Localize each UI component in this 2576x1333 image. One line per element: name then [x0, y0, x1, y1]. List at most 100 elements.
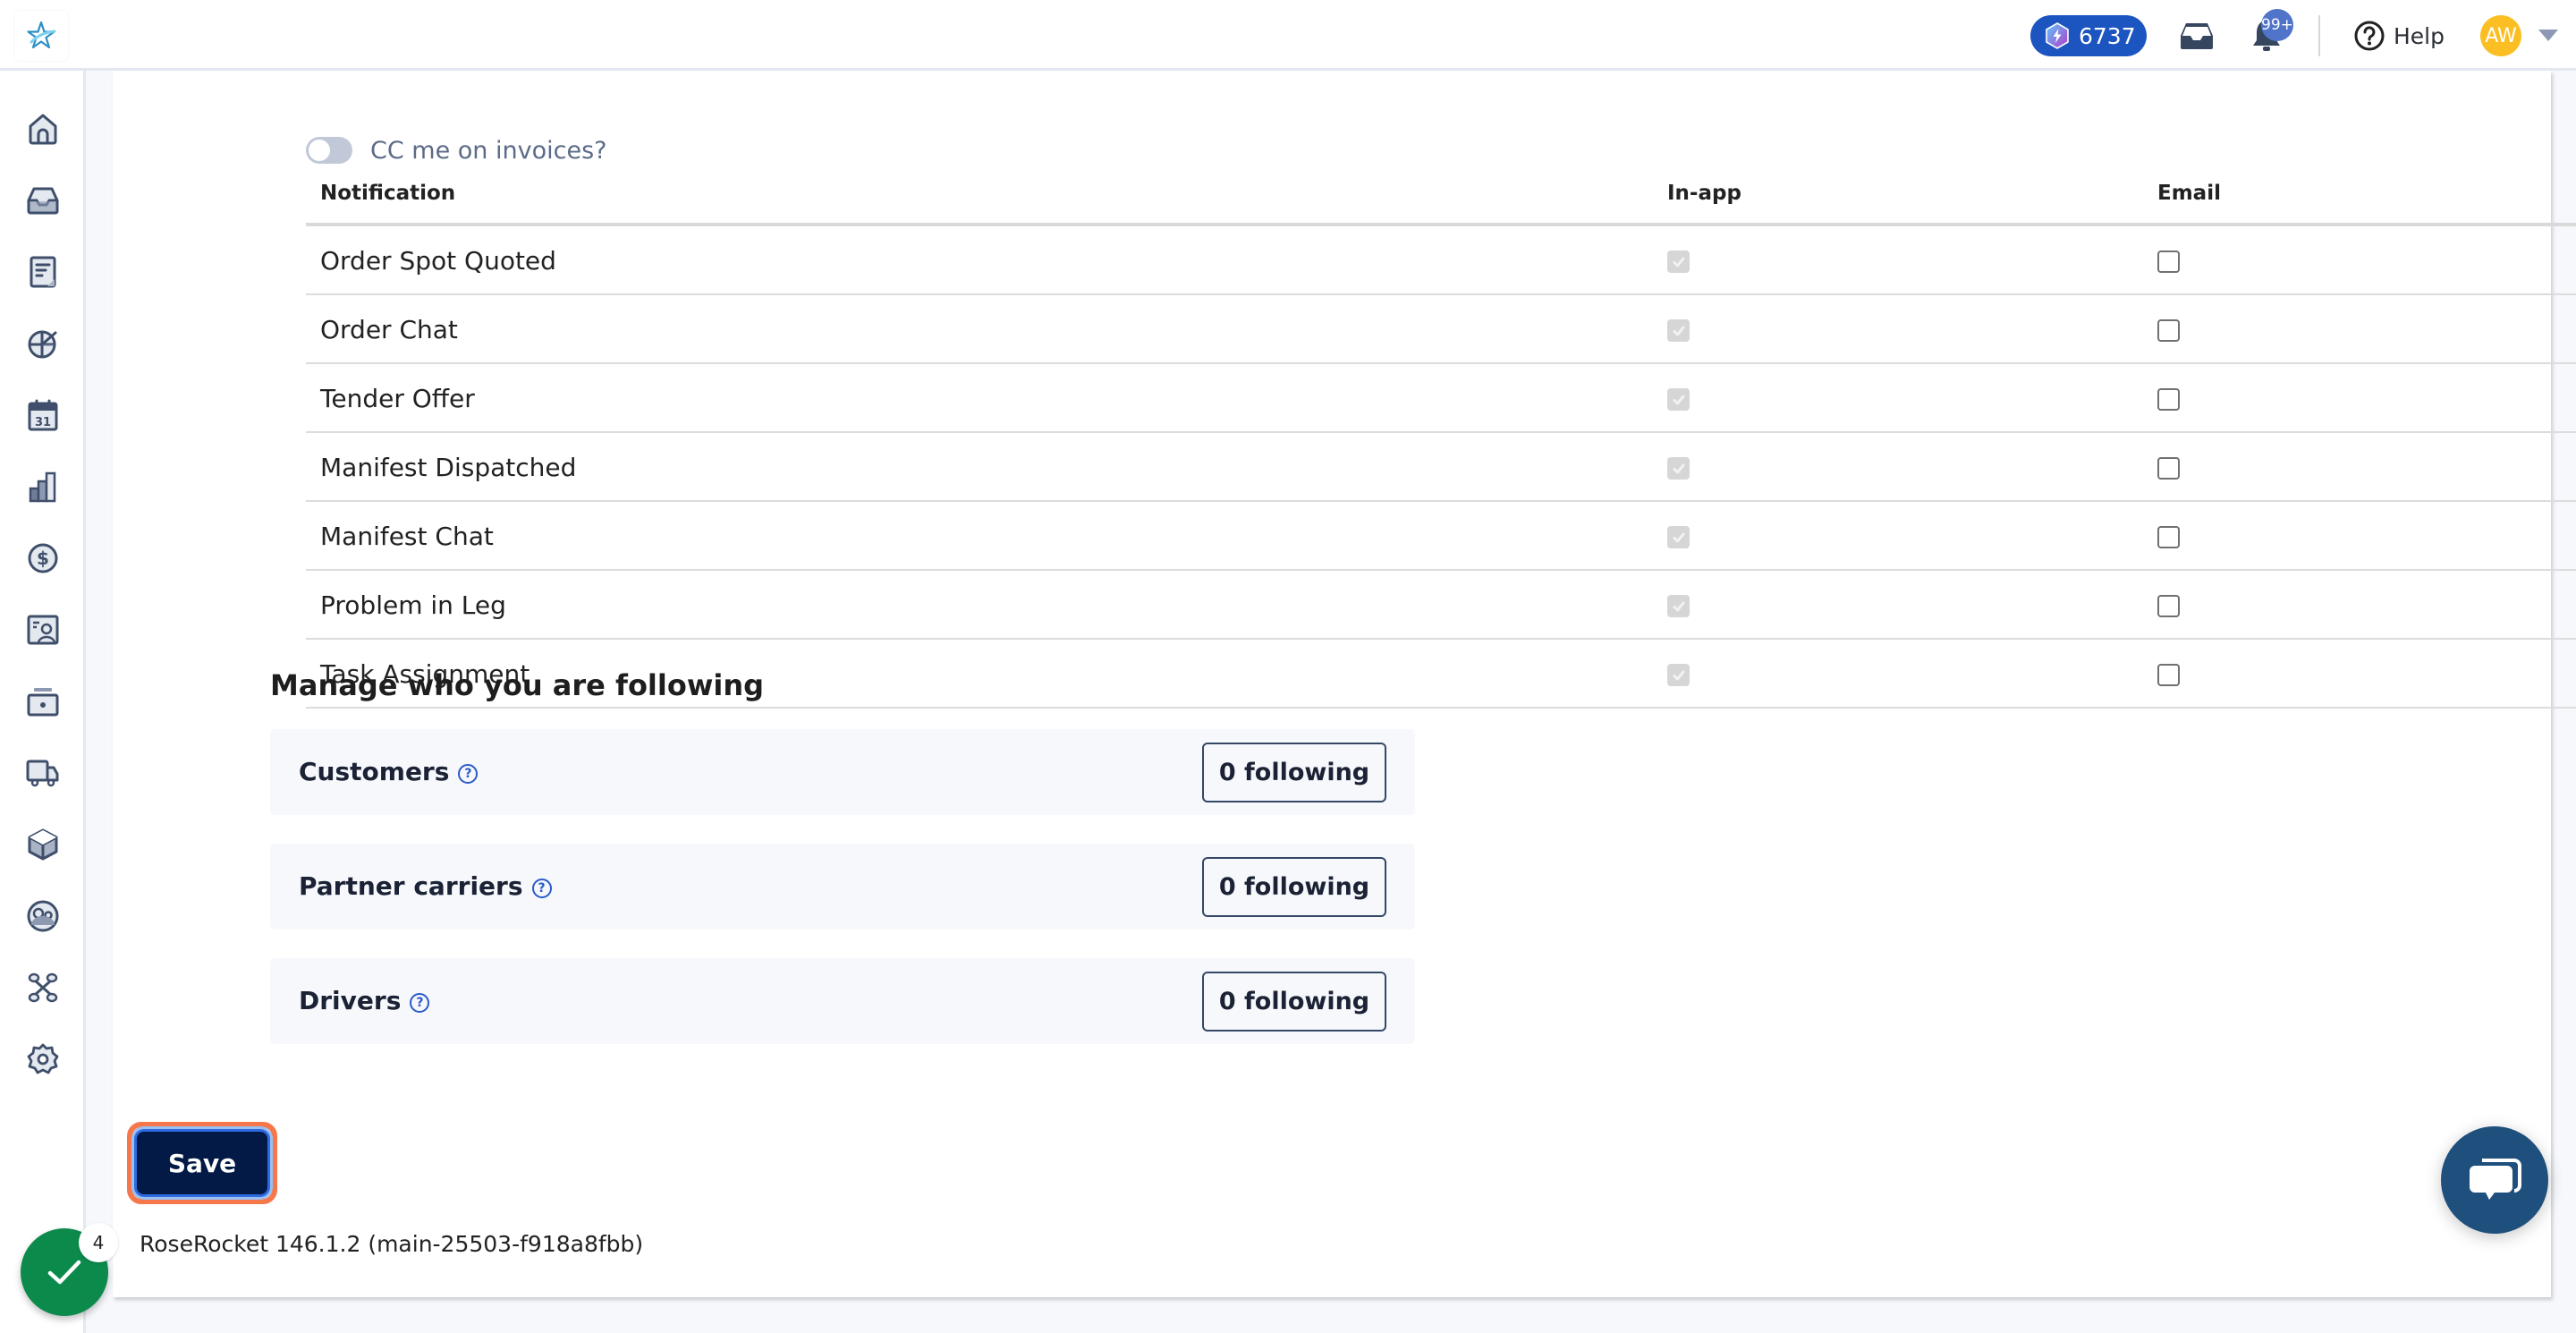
help-tooltip-icon[interactable]: ? [410, 992, 430, 1013]
in-app-checkbox [1667, 250, 1690, 273]
following-card-partner-carriers: Partner carriers ? 0 following [270, 844, 1415, 930]
notification-name: Problem in Leg [320, 590, 506, 620]
sidebar-item-inventory[interactable] [23, 825, 63, 864]
checkmark-icon [1673, 601, 1684, 611]
in-app-checkbox [1667, 457, 1690, 480]
following-card-drivers: Drivers ? 0 following [270, 958, 1415, 1044]
dollar-icon: $ [28, 543, 58, 573]
sidebar-nav: 31 $ [0, 71, 86, 1333]
in-app-checkbox [1667, 319, 1690, 342]
globe-dispatch-icon [28, 330, 57, 359]
logo[interactable] [14, 11, 68, 61]
home-icon [29, 114, 57, 145]
svg-text:$: $ [37, 548, 49, 569]
sidebar-item-fleet[interactable] [23, 753, 63, 793]
checkmark-icon [1673, 326, 1684, 335]
settings-icon [27, 1043, 59, 1074]
sidebar-item-settings[interactable] [23, 1040, 63, 1079]
integrations-icon [28, 972, 58, 1003]
inbox-icon [27, 187, 59, 215]
column-header-in-app: In-app [1667, 182, 1741, 205]
tasks-count-badge: 4 [79, 1223, 118, 1262]
cc-invoices-setting: CC me on invoices? [306, 135, 606, 166]
settings-panel: CC me on invoices? Notification In-app E… [113, 71, 2576, 1297]
cc-invoices-toggle[interactable] [306, 137, 352, 164]
points-badge[interactable]: 6737 [2030, 15, 2147, 56]
in-app-checkbox [1667, 664, 1690, 686]
cc-invoices-label: CC me on invoices? [370, 136, 607, 165]
contact-card-icon [27, 615, 59, 645]
user-avatar[interactable]: AW [2480, 15, 2521, 56]
column-header-email: Email [2157, 182, 2221, 205]
in-app-checkbox [1667, 526, 1690, 548]
following-label: Customers ? [299, 757, 479, 786]
sidebar-item-billing[interactable]: $ [23, 539, 63, 578]
notifications-count-badge: 99+ [2261, 9, 2293, 41]
sidebar-item-calendar[interactable]: 31 [23, 395, 63, 435]
checkmark-icon [1673, 670, 1684, 680]
star-logo-icon [27, 21, 56, 49]
save-button[interactable]: Save [137, 1132, 267, 1194]
following-card-customers: Customers ? 0 following [270, 729, 1415, 815]
chat-support-button[interactable] [2441, 1126, 2548, 1234]
partner-carriers-following-button[interactable]: 0 following [1202, 857, 1386, 917]
topbar-divider [2318, 15, 2320, 56]
sidebar-item-dispatch[interactable] [23, 324, 63, 363]
table-row: Order Spot Quoted [306, 226, 2576, 295]
email-checkbox[interactable] [2157, 457, 2180, 480]
table-row: Problem in Leg [306, 571, 2576, 640]
notifications-table: Notification In-app Email Order Spot Quo… [306, 174, 2576, 709]
following-section-title: Manage who you are following [270, 668, 765, 702]
help-tooltip-icon[interactable]: ? [458, 763, 479, 784]
email-checkbox[interactable] [2157, 250, 2180, 273]
sidebar-item-reports[interactable] [23, 467, 63, 506]
in-app-checkbox [1667, 595, 1690, 617]
checkmark-icon [1673, 257, 1684, 267]
sidebar-item-orders[interactable] [23, 252, 63, 292]
svg-text:31: 31 [35, 416, 51, 429]
save-button-focus-ring: Save [127, 1122, 277, 1204]
email-checkbox[interactable] [2157, 526, 2180, 548]
bar-chart-icon [29, 471, 56, 503]
app-version: RoseRocket 146.1.2 (main-25503-f918a8fbb… [140, 1231, 644, 1257]
checkmark-icon [1673, 532, 1684, 542]
lightning-hexagon-icon [2046, 22, 2069, 49]
sidebar-item-users[interactable] [23, 896, 63, 936]
box-icon [28, 828, 58, 861]
sidebar-item-register[interactable] [23, 682, 63, 721]
following-label: Drivers ? [299, 986, 430, 1015]
drivers-following-button[interactable]: 0 following [1202, 972, 1386, 1032]
notification-name: Manifest Dispatched [320, 453, 577, 482]
document-icon [30, 256, 56, 288]
checkmark-icon [1673, 395, 1684, 404]
sidebar-item-contacts[interactable] [23, 610, 63, 650]
email-checkbox[interactable] [2157, 664, 2180, 686]
sidebar-item-integrations[interactable] [23, 968, 63, 1007]
top-bar: 6737 99+ Help AW [0, 0, 2576, 71]
customers-following-button[interactable]: 0 following [1202, 743, 1386, 802]
calendar-icon: 31 [28, 399, 58, 431]
checkmark-icon [47, 1260, 81, 1285]
help-tooltip-icon[interactable]: ? [531, 878, 552, 898]
email-checkbox[interactable] [2157, 388, 2180, 411]
table-row: Tender Offer [306, 364, 2576, 433]
notification-name: Order Spot Quoted [320, 246, 556, 276]
sidebar-item-home[interactable] [23, 109, 63, 149]
following-label: Partner carriers ? [299, 871, 552, 901]
sidebar-item-inbox[interactable] [23, 181, 63, 220]
notification-name: Manifest Chat [320, 522, 494, 551]
truck-icon [26, 760, 59, 787]
inbox-button[interactable] [2177, 16, 2216, 55]
register-icon [27, 688, 59, 717]
user-menu-caret-icon[interactable] [2538, 30, 2558, 41]
table-row: Manifest Chat [306, 502, 2576, 571]
help-button[interactable]: Help [2354, 18, 2445, 54]
email-checkbox[interactable] [2157, 595, 2180, 617]
help-label: Help [2394, 22, 2445, 49]
column-header-notification: Notification [320, 182, 456, 205]
users-icon [27, 900, 59, 932]
table-header: Notification In-app Email [306, 174, 2576, 226]
notification-name: Order Chat [320, 315, 458, 344]
email-checkbox[interactable] [2157, 319, 2180, 342]
chat-icon [2470, 1159, 2521, 1200]
